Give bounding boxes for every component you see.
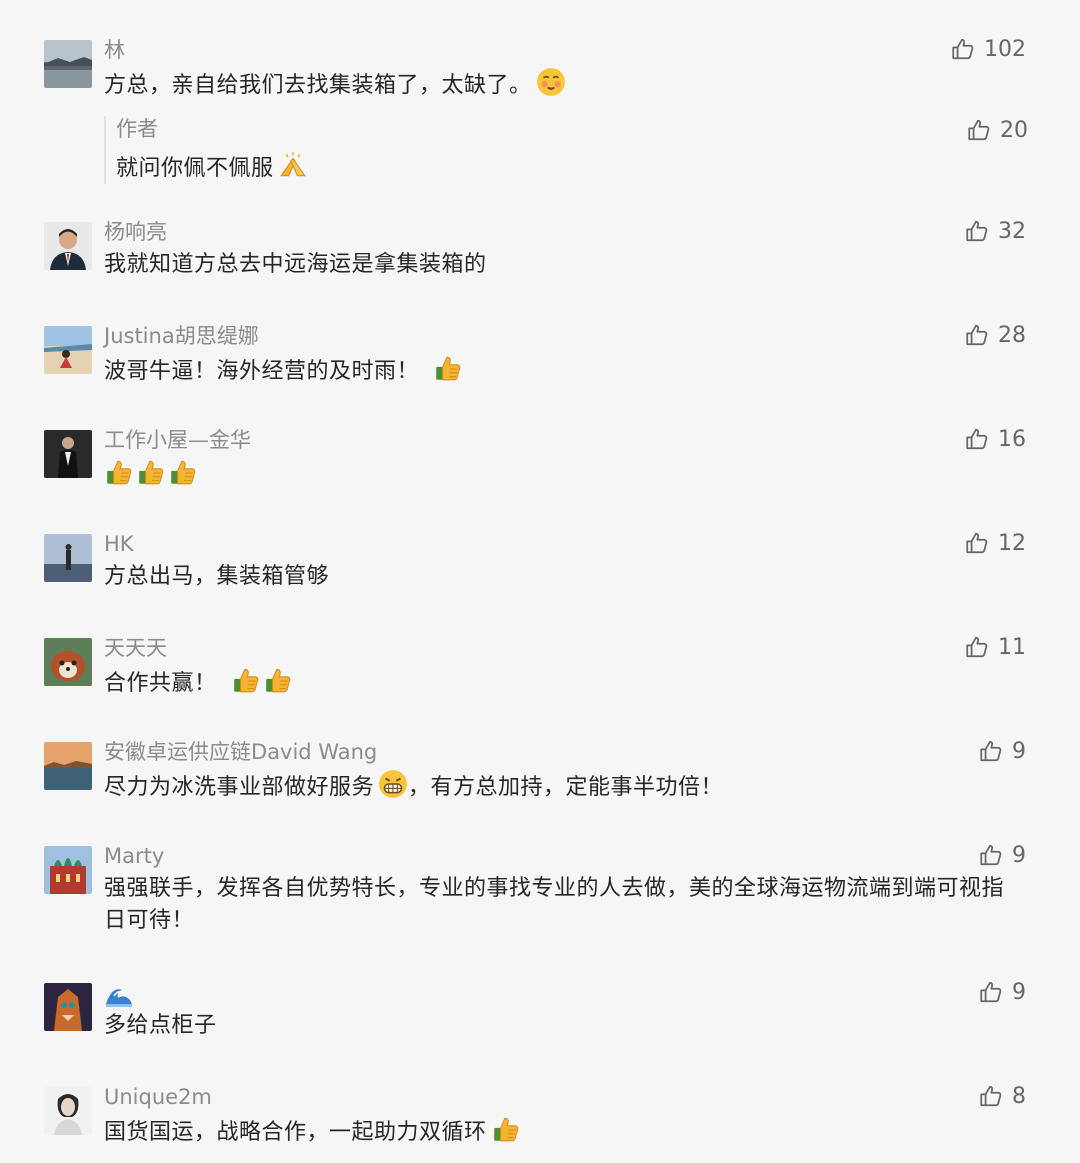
- thumbs-up-emoji: [263, 665, 293, 695]
- praying-hands-emoji: [278, 150, 308, 180]
- like-button[interactable]: 8: [978, 1082, 1026, 1110]
- avatar[interactable]: [44, 638, 92, 686]
- like-count: 9: [1012, 738, 1026, 764]
- comment-text: 方总出马，集装箱管够: [104, 564, 330, 589]
- comment-text: 多给点柜子: [104, 1013, 217, 1038]
- comment-text: 尽力为冰洗事业部做好服务 ，有方总加持，定能事半功倍！: [104, 769, 1019, 804]
- tongue-face-emoji: [536, 67, 566, 97]
- reply-like-button[interactable]: 20: [966, 116, 1028, 144]
- comment-text: [104, 457, 1019, 492]
- comment-text: 强强联手，发挥各自优势特长，专业的事找专业的人去做，美的全球海运物流端到端可视指…: [104, 876, 1005, 933]
- like-button[interactable]: 11: [964, 633, 1026, 661]
- like-button[interactable]: 9: [978, 841, 1026, 869]
- reply-text: 就问你佩不佩服: [116, 150, 916, 185]
- thumbs-up-emoji: [433, 353, 463, 383]
- thumbs-up-icon: [964, 530, 990, 556]
- thumbs-up-icon: [964, 322, 990, 348]
- like-button[interactable]: 12: [964, 529, 1026, 557]
- commenter-name: 工作小屋—金华: [104, 428, 251, 452]
- avatar[interactable]: [44, 846, 92, 894]
- comment-text: 合作共赢！: [104, 665, 1019, 700]
- thumbs-up-icon: [964, 426, 990, 452]
- like-button[interactable]: 102: [950, 35, 1026, 63]
- commenter-name: Marty: [104, 844, 165, 868]
- thumbs-up-icon: [966, 117, 992, 143]
- commenter-name: 杨响亮: [104, 220, 167, 244]
- like-count: 8: [1012, 1083, 1026, 1109]
- commenter-name: 天天天: [104, 636, 167, 660]
- like-button[interactable]: 9: [978, 978, 1026, 1006]
- like-count: 32: [998, 218, 1026, 244]
- thumbs-up-emoji: [491, 1114, 521, 1144]
- author-reply: 作者 就问你佩不佩服 20: [104, 116, 1028, 184]
- reply-like-count: 20: [1000, 117, 1028, 143]
- avatar[interactable]: [44, 983, 92, 1031]
- commenter-name: Unique2m: [104, 1085, 212, 1109]
- thumbs-up-emoji: [231, 665, 261, 695]
- thumbs-up-icon: [964, 218, 990, 244]
- thumbs-up-icon: [978, 979, 1004, 1005]
- avatar[interactable]: [44, 430, 92, 478]
- thumbs-up-icon: [964, 634, 990, 660]
- like-count: 16: [998, 426, 1026, 452]
- like-count: 12: [998, 530, 1026, 556]
- thumbs-up-emoji: [104, 457, 134, 487]
- like-button[interactable]: 28: [964, 321, 1026, 349]
- commenter-name: HK: [104, 532, 134, 556]
- avatar[interactable]: [44, 742, 92, 790]
- thumbs-up-emoji: [136, 457, 166, 487]
- avatar[interactable]: [44, 40, 92, 88]
- avatar[interactable]: [44, 1087, 92, 1135]
- comment-text: 我就知道方总去中远海运是拿集装箱的: [104, 252, 487, 277]
- avatar[interactable]: [44, 326, 92, 374]
- like-button[interactable]: 32: [964, 217, 1026, 245]
- thumbs-up-icon: [950, 36, 976, 62]
- thumbs-up-icon: [978, 1083, 1004, 1109]
- comment-text: 国货国运，战略合作，一起助力双循环: [104, 1114, 1019, 1149]
- wave-emoji: [106, 989, 132, 1007]
- like-button[interactable]: 16: [964, 425, 1026, 453]
- reply-author-name: 作者: [116, 117, 158, 141]
- comment-text: 方总，亲自给我们去找集装箱了，太缺了。: [104, 67, 1019, 102]
- like-count: 28: [998, 322, 1026, 348]
- commenter-name: Justina胡思缇娜: [104, 324, 259, 348]
- like-count: 102: [984, 36, 1026, 62]
- like-count: 9: [1012, 842, 1026, 868]
- commenter-name: 安徽卓运供应链David Wang: [104, 740, 378, 764]
- thumbs-up-icon: [978, 842, 1004, 868]
- like-button[interactable]: 9: [978, 737, 1026, 765]
- avatar[interactable]: [44, 222, 92, 270]
- avatar[interactable]: [44, 534, 92, 582]
- thumbs-up-icon: [978, 738, 1004, 764]
- thumbs-up-emoji: [168, 457, 198, 487]
- grinning-face-emoji: [378, 769, 408, 799]
- like-count: 9: [1012, 979, 1026, 1005]
- commenter-name: 林: [104, 38, 125, 62]
- comment-text: 波哥牛逼！海外经营的及时雨！: [104, 353, 1019, 388]
- like-count: 11: [998, 634, 1026, 660]
